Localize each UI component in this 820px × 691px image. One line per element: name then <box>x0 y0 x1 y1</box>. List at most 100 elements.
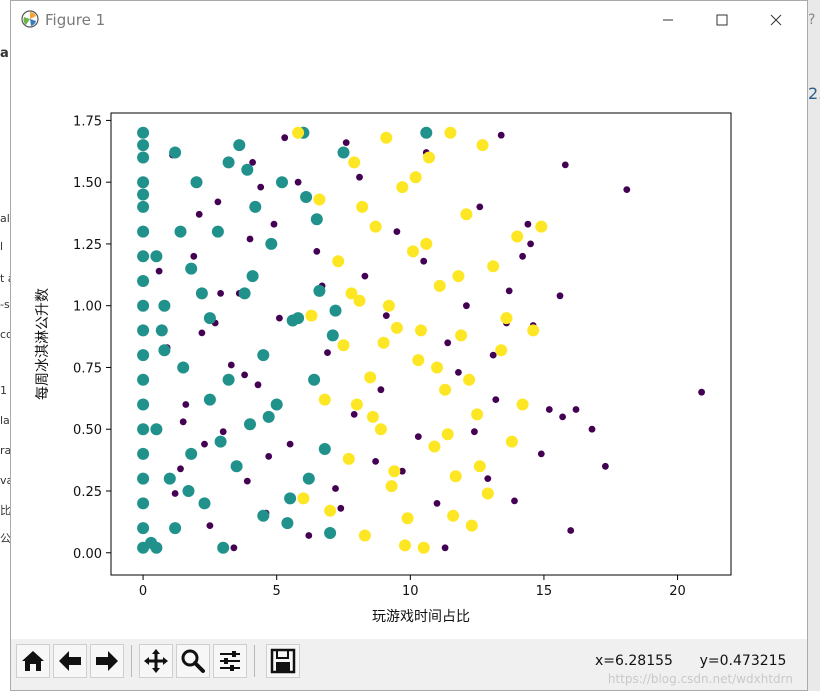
data-point-series-1 <box>217 541 230 554</box>
home-button[interactable] <box>16 644 50 678</box>
data-point-series-1 <box>137 423 150 436</box>
data-point-series-0 <box>305 532 313 539</box>
y-tick-label: 0.25 <box>73 485 102 500</box>
data-point-series-0 <box>382 312 390 319</box>
data-point-series-0 <box>155 267 163 275</box>
data-point-series-0 <box>698 388 705 396</box>
data-point-series-0 <box>332 485 339 492</box>
data-point-series-2 <box>487 260 500 273</box>
data-point-series-2 <box>441 428 454 441</box>
data-point-series-2 <box>401 512 414 525</box>
data-point-series-1 <box>257 349 270 362</box>
data-point-series-0 <box>497 131 505 139</box>
toolbar-separator <box>131 645 132 677</box>
data-point-series-2 <box>348 156 361 169</box>
y-axis-ticks: 0.00 0.25 0.50 0.75 1.00 1.25 1.50 1.75 <box>73 114 111 562</box>
data-point-series-0 <box>195 210 203 218</box>
data-point-series-2 <box>313 193 326 206</box>
data-point-series-2 <box>415 324 427 337</box>
data-point-series-1 <box>137 398 150 411</box>
data-point-series-0 <box>545 406 553 413</box>
data-point-series-2 <box>471 408 484 421</box>
data-point-series-0 <box>198 329 206 337</box>
data-point-series-1 <box>137 472 150 485</box>
background-fragment: al <box>0 212 10 225</box>
data-point-series-0 <box>265 453 273 460</box>
data-point-series-1 <box>158 344 171 357</box>
x-tick-label: 20 <box>669 584 686 599</box>
data-point-series-1 <box>182 485 195 497</box>
data-point-series-1 <box>233 139 246 152</box>
data-point-series-0 <box>227 361 235 369</box>
data-point-series-1 <box>137 126 150 139</box>
save-button[interactable] <box>266 644 300 678</box>
y-readout: y=0.473215 <box>699 653 787 669</box>
y-tick-label: 0.50 <box>73 423 102 438</box>
scatter-chart[interactable]: 0 5 10 15 20 0.00 0.25 0.50 0.75 1.00 1.25 1.50 1.7… <box>11 39 807 639</box>
zoom-button[interactable] <box>176 644 210 678</box>
data-point-series-1 <box>337 146 350 159</box>
pan-icon <box>144 649 168 673</box>
background-fragment: la <box>0 414 10 427</box>
data-point-series-1 <box>163 472 176 485</box>
data-point-series-0 <box>484 475 492 482</box>
close-button[interactable] <box>753 1 799 39</box>
data-point-series-2 <box>388 465 401 478</box>
data-point-series-1 <box>150 250 163 263</box>
data-point-series-2 <box>356 200 369 213</box>
figure-canvas[interactable]: 0 5 10 15 20 0.00 0.25 0.50 0.75 1.00 1.25 1.50 1.7… <box>11 39 807 639</box>
data-point-series-1 <box>137 176 150 189</box>
data-point-series-2 <box>377 336 390 349</box>
forward-button[interactable] <box>90 644 124 678</box>
data-point-series-1 <box>214 435 227 448</box>
data-point-series-1 <box>137 250 150 263</box>
data-point-series-0 <box>471 428 478 436</box>
data-point-series-0 <box>313 248 321 255</box>
background-fragment: a <box>0 46 9 61</box>
data-point-series-0 <box>243 477 251 485</box>
x-tick-label: 0 <box>139 584 147 599</box>
data-point-series-2 <box>511 230 524 243</box>
data-point-series-1 <box>257 509 270 522</box>
data-point-series-0 <box>463 302 470 310</box>
data-point-series-0 <box>171 490 179 497</box>
minimize-button[interactable] <box>645 1 691 39</box>
data-point-series-0 <box>567 527 575 534</box>
data-point-series-1 <box>198 497 211 510</box>
data-point-series-0 <box>420 257 428 265</box>
data-points <box>137 126 705 554</box>
data-point-series-1 <box>185 262 198 275</box>
configure-subplots-button[interactable] <box>213 644 247 678</box>
data-point-series-2 <box>396 181 409 194</box>
data-point-series-1 <box>249 200 262 213</box>
data-point-series-1 <box>281 517 294 530</box>
y-tick-label: 1.75 <box>73 114 102 129</box>
data-point-series-2 <box>455 329 468 342</box>
data-point-series-2 <box>358 529 371 542</box>
data-point-series-0 <box>294 178 302 186</box>
data-point-series-2 <box>342 452 355 465</box>
maximize-button[interactable] <box>699 1 745 39</box>
background-fragment: 2. <box>808 84 820 103</box>
data-point-series-2 <box>505 435 518 448</box>
data-point-series-2 <box>423 151 435 164</box>
data-point-series-2 <box>473 460 486 473</box>
background-fragment: -s <box>0 298 10 311</box>
data-point-series-1 <box>244 418 256 431</box>
data-point-series-0 <box>537 450 545 458</box>
data-point-series-1 <box>326 329 339 342</box>
x-axis-ticks: 0 5 10 15 20 <box>139 575 686 599</box>
data-point-series-0 <box>441 544 449 552</box>
data-point-series-0 <box>356 173 363 181</box>
data-point-series-2 <box>495 344 508 357</box>
y-tick-label: 0.75 <box>73 361 102 376</box>
pan-button[interactable] <box>139 644 173 678</box>
back-button[interactable] <box>53 644 87 678</box>
title-bar[interactable]: Figure 1 <box>11 1 807 39</box>
data-point-series-2 <box>374 423 387 436</box>
data-point-series-1 <box>150 423 163 436</box>
y-tick-label: 0.00 <box>73 547 102 562</box>
data-point-series-2 <box>420 237 433 250</box>
data-point-series-1 <box>284 492 297 505</box>
data-point-series-0 <box>377 386 385 394</box>
